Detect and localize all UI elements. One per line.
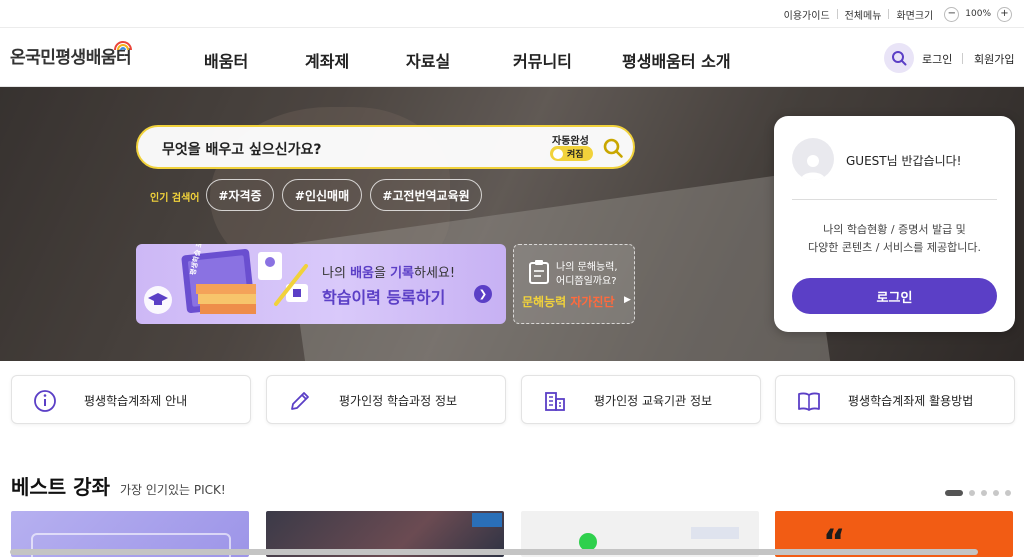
carousel-dot[interactable]: [969, 490, 975, 496]
quick-link-label: 평생학습계좌제 안내: [84, 394, 188, 408]
portfolio-illustration: [144, 249, 308, 314]
quick-link-course-info[interactable]: 평가인정 학습과정 정보: [266, 375, 506, 424]
zoom-out-button[interactable]: −: [944, 6, 960, 22]
literacy-test-banner[interactable]: 나의 문해능력, 어디쯤일까요? 문해능력 자가진단 ▶: [513, 244, 635, 324]
popular-tag[interactable]: #인신매매: [282, 179, 362, 211]
literacy-title: 문해능력 자가진단: [522, 295, 615, 309]
search-icon[interactable]: [602, 137, 624, 159]
nav-item-learning[interactable]: 배움터: [204, 48, 248, 72]
zoom-in-button[interactable]: +: [997, 6, 1012, 22]
quick-link-label: 평생학습계좌제 활용방법: [848, 394, 974, 408]
page: 이용가이드 전체메뉴 화면크기 − 100% + 온국민평생배움터 배움터 계좌…: [0, 0, 1024, 557]
course-thumbnail: [691, 527, 739, 539]
carousel-dot[interactable]: [945, 490, 963, 496]
popular-search-label: 인기 검색어: [150, 193, 200, 204]
nav-item-account[interactable]: 계좌제: [305, 48, 349, 72]
header: 온국민평생배움터 배움터 계좌제 자료실 커뮤니티 평생배움터 소개 로그인 회…: [0, 29, 1024, 87]
building-icon: [545, 392, 565, 411]
header-search-button[interactable]: [884, 43, 914, 73]
search-input[interactable]: 무엇을 배우고 싶으신가요?: [162, 139, 322, 159]
learning-record-banner[interactable]: 평생학습 포트폴리오 나의 배움을 기록하세요! 학습이력 등록하기 ❯: [136, 244, 506, 324]
zoom-value: 100%: [965, 9, 991, 19]
utility-links: 이용가이드 전체메뉴 화면크기 − 100% +: [777, 0, 1016, 28]
quick-link-label: 평가인정 학습과정 정보: [339, 394, 458, 408]
chevron-right-icon: ❯: [474, 285, 492, 303]
pencil-icon: [291, 392, 309, 410]
guide-link[interactable]: 이용가이드: [777, 7, 837, 22]
hero-section: 무엇을 배우고 싶으신가요? 자동완성 켜짐 인기 검색어 #자격증 #인신매매…: [0, 87, 1024, 361]
nav-item-library[interactable]: 자료실: [406, 48, 450, 72]
autocomplete-state: 켜짐: [567, 150, 584, 160]
login-card: GUEST님 반갑습니다! 나의 학습현황 / 증명서 발급 및 다양한 콘텐츠…: [774, 116, 1015, 332]
course-thumbnail: [472, 513, 502, 527]
quick-link-institution-info[interactable]: 평가인정 교육기관 정보: [521, 375, 761, 424]
login-button[interactable]: 로그인: [792, 278, 997, 314]
carousel-dot[interactable]: [1005, 490, 1011, 496]
autocomplete-toggle[interactable]: 켜짐: [550, 146, 593, 161]
carousel-dot[interactable]: [981, 490, 987, 496]
best-courses-title: 베스트 강좌: [11, 475, 110, 499]
greeting-text: GUEST님 반갑습니다!: [846, 154, 962, 168]
toggle-knob: [553, 148, 563, 159]
main-search-box[interactable]: 무엇을 배우고 싶으신가요? 자동완성 켜짐: [136, 125, 635, 169]
login-link[interactable]: 로그인: [922, 51, 952, 67]
caret-right-icon: ▶: [624, 295, 631, 305]
quick-link-usage[interactable]: 평생학습계좌제 활용방법: [775, 375, 1015, 424]
carousel-pagination: [945, 490, 1011, 496]
nav-item-community[interactable]: 커뮤니티: [513, 48, 572, 72]
quick-link-account-guide[interactable]: 평생학습계좌제 안내: [11, 375, 251, 424]
nav-item-about[interactable]: 평생배움터 소개: [622, 48, 731, 72]
carousel-dot[interactable]: [993, 490, 999, 496]
info-icon: [34, 390, 56, 412]
signup-link[interactable]: 회원가입: [974, 51, 1014, 67]
autocomplete-label: 자동완성: [552, 136, 589, 147]
search-icon: [892, 51, 907, 66]
clipboard-icon: [529, 260, 549, 284]
login-description: 나의 학습현황 / 증명서 발급 및 다양한 콘텐츠 / 서비스를 제공합니다.: [808, 223, 981, 254]
zoom-label: 화면크기: [896, 10, 934, 22]
divider: [792, 199, 997, 200]
utility-bar: 이용가이드 전체메뉴 화면크기 − 100% +: [0, 0, 1024, 28]
divider: [962, 53, 963, 64]
user-icon: [801, 155, 825, 180]
site-logo[interactable]: 온국민평생배움터: [10, 41, 133, 68]
horizontal-scrollbar[interactable]: [10, 549, 978, 555]
rainbow-icon: [114, 41, 133, 51]
all-menu-link[interactable]: 전체메뉴: [838, 7, 889, 22]
avatar: [792, 138, 834, 180]
literacy-question: 나의 문해능력, 어디쯤일까요?: [556, 262, 618, 287]
banner-title: 학습이력 등록하기: [322, 288, 446, 307]
popular-tag[interactable]: #자격증: [206, 179, 274, 211]
popular-tag[interactable]: #고전번역교육원: [370, 179, 482, 211]
quick-link-label: 평가인정 교육기관 정보: [594, 394, 713, 408]
banner-subtitle: 나의 배움을 기록하세요!: [322, 266, 456, 281]
book-icon: [798, 392, 820, 411]
best-courses-subtitle: 가장 인기있는 PICK!: [120, 483, 226, 497]
